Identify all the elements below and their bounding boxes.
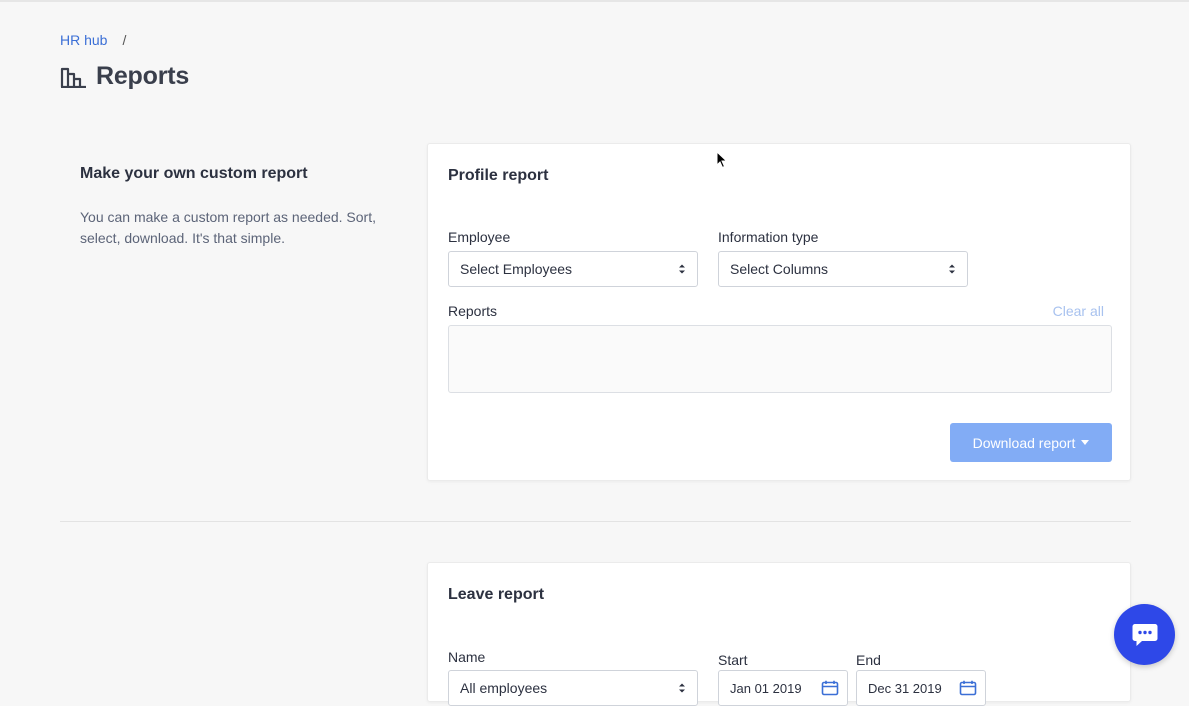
- leave-report-card: Leave report Name All employees Start Ja…: [427, 562, 1131, 706]
- bar-chart-icon: [60, 67, 86, 88]
- end-date-value: Dec 31 2019: [868, 680, 942, 696]
- top-border: [0, 0, 1189, 2]
- name-label: Name: [448, 649, 486, 665]
- intro-description: You can make a custom report as needed. …: [80, 209, 376, 246]
- clear-all-link[interactable]: Clear all: [1053, 303, 1104, 319]
- calendar-icon[interactable]: [821, 680, 839, 696]
- calendar-icon[interactable]: [959, 680, 977, 696]
- mouse-cursor-icon: [716, 151, 728, 169]
- name-select[interactable]: All employees: [448, 670, 698, 706]
- reports-label: Reports: [448, 303, 498, 319]
- start-label: Start: [718, 652, 748, 668]
- employee-select[interactable]: Select Employees: [448, 251, 698, 287]
- breadcrumb-hr-hub-link[interactable]: HR hub: [60, 32, 107, 48]
- employee-select-value: Select Employees: [460, 261, 573, 277]
- end-date-input[interactable]: Dec 31 2019: [856, 670, 986, 706]
- caret-down-icon: [1081, 440, 1090, 445]
- intro-title: Make your own custom report: [80, 165, 308, 182]
- start-date-value: Jan 01 2019: [730, 680, 802, 696]
- download-report-label: Download report: [972, 434, 1076, 451]
- information-type-select[interactable]: Select Columns: [718, 251, 968, 287]
- employee-label: Employee: [448, 229, 511, 245]
- information-type-label: Information type: [718, 229, 819, 245]
- chat-launcher-button[interactable]: [1114, 604, 1175, 665]
- download-report-button[interactable]: Download report: [950, 423, 1112, 462]
- profile-report-title: Profile report: [448, 167, 549, 184]
- name-select-value: All employees: [460, 680, 548, 696]
- breadcrumb-separator: /: [122, 32, 127, 48]
- information-type-select-value: Select Columns: [730, 261, 829, 277]
- section-divider: [60, 521, 1131, 522]
- page-header: Reports: [60, 62, 189, 91]
- page-title: Reports: [96, 62, 190, 90]
- chat-bubble-icon: [1132, 623, 1157, 646]
- reports-box[interactable]: [448, 325, 1112, 393]
- leave-report-title: Leave report: [448, 586, 545, 603]
- sort-arrows-icon: [949, 264, 955, 274]
- sort-arrows-icon: [679, 683, 685, 693]
- sort-arrows-icon: [679, 264, 685, 274]
- end-label: End: [856, 652, 881, 668]
- intro-section: Make your own custom report You can make…: [80, 165, 400, 249]
- start-date-input[interactable]: Jan 01 2019: [718, 670, 848, 706]
- profile-report-card: Profile report Employee Select Employees…: [427, 143, 1131, 481]
- breadcrumb: HR hub /: [60, 32, 126, 48]
